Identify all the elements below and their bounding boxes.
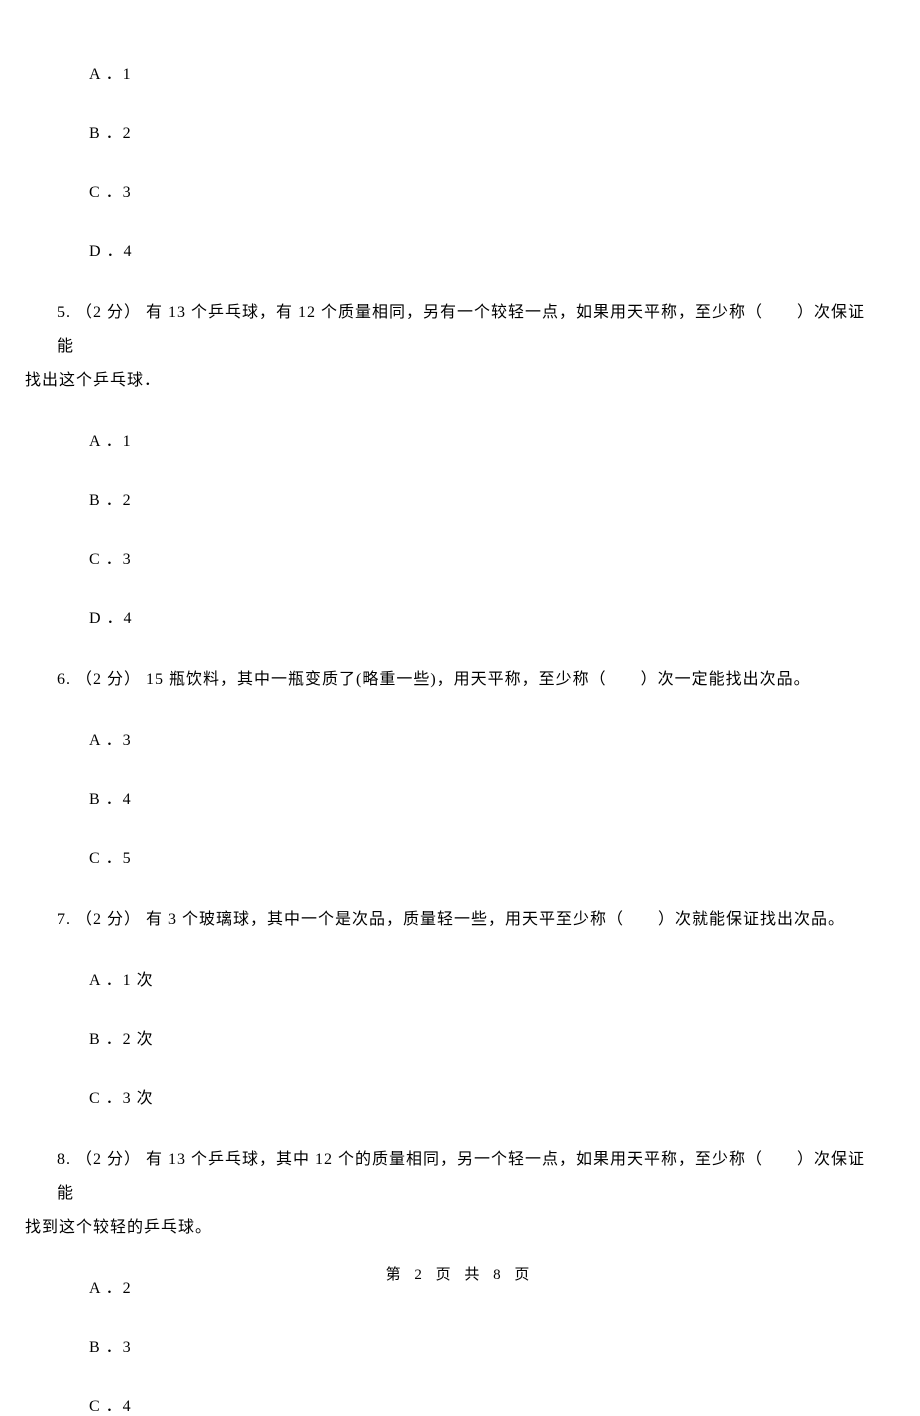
q6-option-c: C ．5 (89, 844, 920, 868)
page-footer: 第 2 页 共 8 页 (0, 1263, 920, 1284)
q5-option-a: A ．1 (89, 427, 920, 451)
q6-option-b: B ．4 (89, 785, 920, 809)
q5-stem-line2: 找出这个乒乓球． (0, 372, 161, 389)
q8-stem: 8. （2 分） 有 13 个乒乓球，其中 12 个的质量相同，另一个轻一点，如… (57, 1143, 880, 1245)
q8-stem-line1: 8. （2 分） 有 13 个乒乓球，其中 12 个的质量相同，另一个轻一点，如… (57, 1151, 865, 1202)
q8-stem-line2: 找到这个较轻的乒乓球。 (0, 1219, 212, 1236)
q5-option-d: D ．4 (89, 604, 920, 628)
q8-option-c: C ．4 (89, 1392, 920, 1416)
q6-option-a: A ．3 (89, 726, 920, 750)
q8-option-b: B ．3 (89, 1333, 920, 1357)
q7-option-b: B ．2 次 (89, 1025, 920, 1049)
q4-option-a: A ．1 (89, 60, 920, 84)
page-container: A ．1 B ．2 C ．3 D ．4 5. （2 分） 有 13 个乒乓球，有… (0, 0, 920, 1302)
q4-option-b: B ．2 (89, 119, 920, 143)
q5-stem-line1: 5. （2 分） 有 13 个乒乓球，有 12 个质量相同，另有一个较轻一点，如… (57, 304, 865, 355)
q5-stem: 5. （2 分） 有 13 个乒乓球，有 12 个质量相同，另有一个较轻一点，如… (57, 296, 880, 398)
q4-option-c: C ．3 (89, 178, 920, 202)
q5-option-b: B ．2 (89, 486, 920, 510)
q7-stem: 7. （2 分） 有 3 个玻璃球，其中一个是次品，质量轻一些，用天平至少称（ … (57, 903, 880, 937)
q5-option-c: C ．3 (89, 545, 920, 569)
q4-option-d: D ．4 (89, 237, 920, 261)
q7-option-a: A ．1 次 (89, 966, 920, 990)
q6-stem: 6. （2 分） 15 瓶饮料，其中一瓶变质了(略重一些)，用天平称，至少称（ … (57, 663, 880, 697)
q7-option-c: C ．3 次 (89, 1084, 920, 1108)
